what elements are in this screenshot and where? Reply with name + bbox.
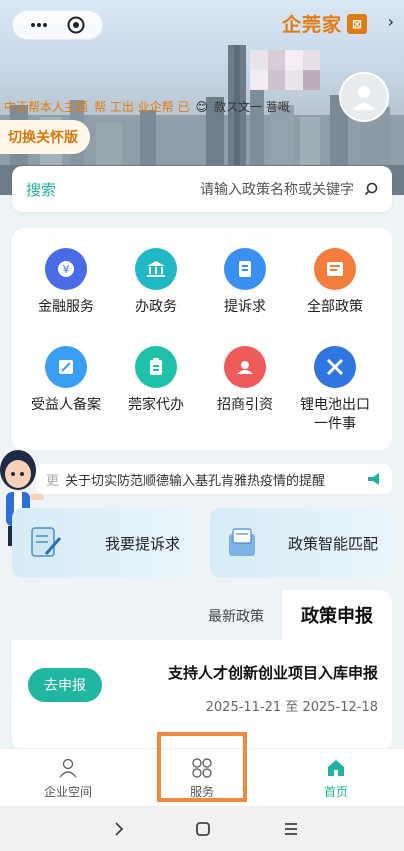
service-label: 受益人备案: [31, 397, 101, 413]
service-label: 招商引资: [217, 397, 273, 413]
chevron-right-nav-icon[interactable]: [110, 820, 128, 838]
emoji-icon: 😊: [195, 99, 208, 114]
menu-lines-icon[interactable]: [282, 820, 300, 838]
service-lithium-export[interactable]: 锂电池出口 一件事: [295, 346, 375, 434]
highlight-annotation-box: [157, 732, 247, 802]
tab-home-label: 首页: [323, 785, 348, 799]
notice-text[interactable]: 关于切实防范顺德输入基孔肯雅热疫情的提醒: [65, 470, 360, 489]
home-icon: [328, 760, 344, 776]
megaphone-icon: [368, 473, 379, 485]
clipboard-icon: [135, 346, 177, 388]
search-icon: [364, 182, 378, 196]
policy-match-label: 政策智能匹配: [287, 534, 378, 553]
notice-bar[interactable]: 更 关于切实防范顺德输入基孔肯雅热疫情的提醒: [36, 464, 392, 494]
pixelated-area: [250, 50, 320, 90]
more-dots-icon: [31, 23, 48, 27]
document-icon: [224, 248, 266, 290]
search-bar[interactable]: 搜索 请输入政策名称或关键字: [12, 166, 392, 212]
service-government-affairs[interactable]: 办政务: [116, 248, 196, 317]
service-label: 全部政策: [307, 299, 363, 315]
tab-home[interactable]: 首页: [296, 757, 376, 800]
tools-icon: [314, 346, 356, 388]
service-submit-request[interactable]: 提诉求: [205, 248, 285, 317]
care-mode-button[interactable]: 切换关怀版: [0, 120, 90, 154]
form-icon: [45, 346, 87, 388]
service-label: 金融服务: [38, 299, 94, 315]
more-options-button[interactable]: [29, 15, 49, 35]
target-close-icon: [67, 16, 85, 34]
close-mini-program-button[interactable]: [66, 15, 86, 35]
mini-program-capsule: [12, 10, 103, 40]
tab-enterprise-label: 企业空间: [43, 785, 92, 799]
notice-more: 更: [46, 473, 60, 489]
service-label: 莞家代办: [128, 397, 184, 413]
service-beneficiary-filing[interactable]: 受益人备案: [26, 346, 106, 415]
user-icon: [353, 86, 375, 110]
service-label: 提诉求: [224, 299, 266, 315]
brand-name: 企莞家: [282, 14, 343, 36]
service-label: 锂电池出口 一件事: [300, 397, 370, 432]
policy-book-icon: [314, 248, 356, 290]
policy-item-date: 2025-11-21 至 2025-12-18: [205, 700, 378, 715]
tab-latest-policy[interactable]: 最新政策: [208, 606, 264, 626]
user-name: 款ス文一 菩嘅: [213, 100, 290, 114]
system-navigation-bar: [0, 806, 404, 851]
service-all-policies[interactable]: 全部政策: [295, 248, 375, 317]
handshake-icon: [224, 346, 266, 388]
policy-section: 政策申报 最新政策 支持人才创新创业项目入库申报 2025-11-21 至 20…: [12, 590, 392, 750]
avatar[interactable]: [339, 72, 389, 122]
service-label: 办政务: [135, 299, 177, 315]
user-tags-left: 中正帮本人主题: [4, 100, 89, 114]
bank-building-icon: [135, 248, 177, 290]
search-button[interactable]: 搜索: [26, 179, 74, 200]
tab-enterprise-space[interactable]: 企业空间: [28, 757, 108, 800]
brand: 企莞家 ⊠: [282, 10, 368, 37]
policy-tabs: 政策申报 最新政策: [12, 590, 392, 640]
policy-item-title: 支持人才创新创业项目入库申报: [167, 664, 378, 682]
submit-request-card[interactable]: 我要提诉求: [12, 508, 194, 578]
apply-button[interactable]: 去申报: [28, 668, 102, 702]
user-info-line: 中正帮本人主题 帮 工出 业企帮 已 😊 款ス文一 菩嘅: [4, 98, 334, 115]
service-financial[interactable]: ¥ 金融服务: [26, 248, 106, 317]
policy-match-card[interactable]: 政策智能匹配: [210, 508, 392, 578]
brand-logo-icon: ⊠: [347, 13, 368, 34]
svg-text:¥: ¥: [63, 263, 70, 276]
person-icon: [59, 758, 77, 778]
services-grid: 全部政策 提诉求 办政务 ¥ 金融服务 锂电池出口 一件事 招商引资 莞家代办 …: [12, 228, 392, 450]
user-tags-mid: 帮 工出 业企帮 已: [94, 100, 190, 114]
yuan-coin-icon: ¥: [45, 248, 87, 290]
tab-policy-declaration[interactable]: 政策申报: [282, 590, 392, 640]
search-input[interactable]: 请输入政策名称或关键字: [74, 179, 364, 199]
service-agent-handling[interactable]: 莞家代办: [116, 346, 196, 415]
folder-documents-icon: [229, 528, 255, 556]
service-investment[interactable]: 招商引资: [205, 346, 285, 415]
home-square-icon[interactable]: [194, 820, 212, 838]
clipboard-pen-icon: [31, 527, 62, 557]
chevron-right-icon[interactable]: ›: [388, 12, 394, 31]
submit-request-label: 我要提诉求: [104, 534, 180, 553]
